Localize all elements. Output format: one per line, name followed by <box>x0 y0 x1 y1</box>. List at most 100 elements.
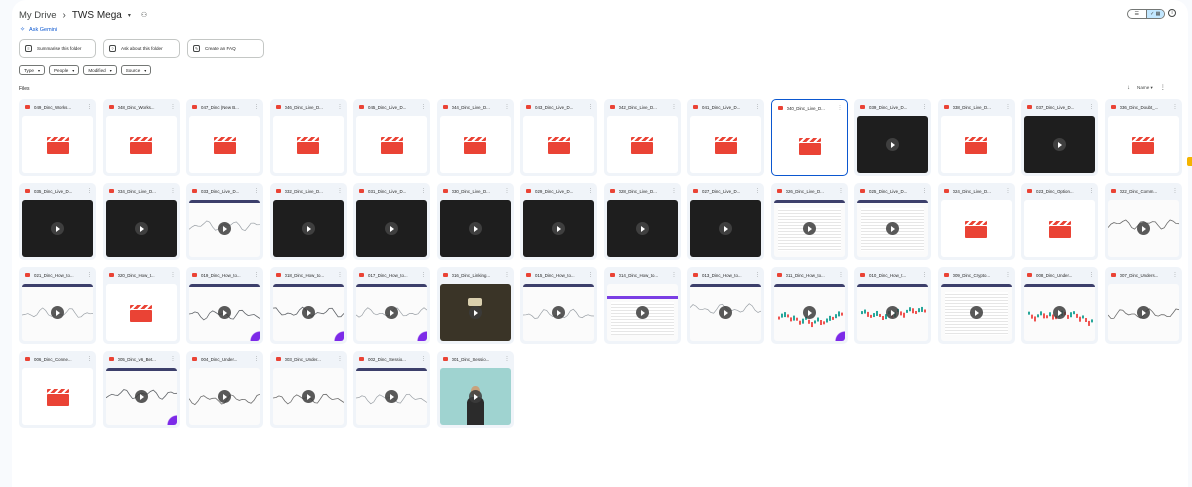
file-card[interactable]: 020_Dinc_How_t... ⋮ <box>102 267 180 344</box>
file-card[interactable]: 043_Dinc_Live_D... ⋮ <box>520 99 597 176</box>
file-card[interactable]: 045_Dinc_Live_D... ⋮ <box>353 99 430 176</box>
more-vert-icon[interactable]: ⋮ <box>171 272 176 278</box>
filter-modified[interactable]: Modified ▾ <box>83 65 117 75</box>
file-card[interactable]: 037_Dinc_Live_D... ⋮ <box>1021 99 1098 176</box>
more-vert-icon[interactable]: ⋮ <box>87 356 92 362</box>
file-card[interactable]: 042_Dinc_Live_D... ⋮ <box>603 99 681 176</box>
file-card[interactable]: 017_Dinc_How_to... ⋮ <box>353 267 430 344</box>
file-card[interactable]: 009_Dinc_Crypto... ⋮ <box>937 267 1015 344</box>
more-vert-icon[interactable]: ⋮ <box>254 272 259 278</box>
file-card[interactable]: 044_Dinc_Live_D... ⋮ <box>436 99 514 176</box>
file-card[interactable]: 025_Dinc_Live_D... ⋮ <box>854 183 931 260</box>
file-card[interactable]: 041_Dinc_Live_D... ⋮ <box>687 99 764 176</box>
more-vert-icon[interactable]: ⋮ <box>254 356 259 362</box>
file-card[interactable]: 027_Dinc_Live_D... ⋮ <box>687 183 764 260</box>
info-icon[interactable]: i <box>1168 9 1176 17</box>
file-card[interactable]: 032_Dinc_Live_D... ⋮ <box>269 183 347 260</box>
file-card[interactable]: 036_Dinc_Doubt_... ⋮ <box>1104 99 1182 176</box>
file-card[interactable]: 010_Dinc_How_t... ⋮ <box>854 267 931 344</box>
file-card[interactable]: 022_Dinc_Comm... ⋮ <box>1104 183 1182 260</box>
file-card[interactable]: 030_Dinc_Live_D... ⋮ <box>436 183 514 260</box>
more-vert-icon[interactable]: ⋮ <box>505 104 510 110</box>
file-card[interactable]: 034_Dinc_Live_D... ⋮ <box>102 183 180 260</box>
more-vert-icon[interactable]: ⋮ <box>672 188 677 194</box>
grid-view-button[interactable]: ✓ ▦ <box>1145 10 1164 18</box>
file-card[interactable]: 047_Dinc (New B... ⋮ <box>186 99 263 176</box>
more-vert-icon[interactable]: ⋮ <box>922 272 927 278</box>
more-vert-icon[interactable]: ⋮ <box>922 188 927 194</box>
filter-source[interactable]: Source ▾ <box>120 65 152 75</box>
file-card[interactable]: 008_Dinc_Under... ⋮ <box>1021 267 1098 344</box>
filter-type[interactable]: Type ▾ <box>19 65 45 75</box>
more-vert-icon[interactable]: ⋮ <box>171 188 176 194</box>
more-vert-icon[interactable]: ⋮ <box>672 272 677 278</box>
more-vert-icon[interactable]: ⋮ <box>421 272 426 278</box>
more-vert-icon[interactable]: ⋮ <box>1173 188 1178 194</box>
file-card[interactable]: 019_Dinc_How_to... ⋮ <box>186 267 263 344</box>
file-card[interactable]: 006_Dinc_Conne... ⋮ <box>19 351 96 428</box>
file-card[interactable]: 049_Dinc_Works... ⋮ <box>19 99 96 176</box>
more-vert-icon[interactable]: ⋮ <box>421 188 426 194</box>
file-card[interactable]: 016_Dinc_Linking... ⋮ <box>436 267 514 344</box>
more-vert-icon[interactable]: ⋮ <box>1089 104 1094 110</box>
more-vert-icon[interactable]: ⋮ <box>672 104 677 110</box>
more-vert-icon[interactable]: ⋮ <box>171 104 176 110</box>
more-vert-icon[interactable]: ⋮ <box>1089 272 1094 278</box>
file-card[interactable]: 026_Dinc_Live_D... ⋮ <box>770 183 848 260</box>
file-card[interactable]: 039_Dinc_Live_D... ⋮ <box>854 99 931 176</box>
more-vert-icon[interactable]: ⋮ <box>755 104 760 110</box>
more-vert-icon[interactable]: ⋮ <box>755 272 760 278</box>
file-card[interactable]: 024_Dinc_Live_D... ⋮ <box>937 183 1015 260</box>
more-vert-icon[interactable]: ⋮ <box>505 272 510 278</box>
file-card[interactable]: 015_Dinc_How_to... ⋮ <box>520 267 597 344</box>
sort-direction-icon[interactable]: ↓ <box>1127 85 1130 91</box>
more-vert-icon[interactable]: ⋮ <box>1089 188 1094 194</box>
more-vert-icon[interactable]: ⋮ <box>1006 272 1011 278</box>
list-view-button[interactable]: ☰ <box>1128 10 1146 18</box>
more-vert-icon[interactable]: ⋮ <box>505 356 510 362</box>
more-vert-icon[interactable]: ⋮ <box>839 188 844 194</box>
summarise-folder-button[interactable]: ≡ Summarise this folder <box>19 39 96 58</box>
ask-about-folder-button[interactable]: ? Ask about this folder <box>103 39 180 58</box>
file-card[interactable]: 014_Dinc_How_to... ⋮ <box>603 267 681 344</box>
more-vert-icon[interactable]: ⋮ <box>254 188 259 194</box>
breadcrumb-my-drive[interactable]: My Drive <box>19 10 56 21</box>
sort-by-name-button[interactable]: Name ▾ <box>1137 85 1153 91</box>
more-vert-icon[interactable]: ⋮ <box>254 104 259 110</box>
chevron-down-icon[interactable]: ▾ <box>128 12 131 19</box>
file-card[interactable]: 035_Dinc_Live_D... ⋮ <box>19 183 96 260</box>
file-card[interactable]: 013_Dinc_How_to... ⋮ <box>687 267 764 344</box>
more-vert-icon[interactable]: ⋮ <box>421 356 426 362</box>
file-card[interactable]: 007_Dinc_Unders... ⋮ <box>1104 267 1182 344</box>
more-vert-icon[interactable]: ⋮ <box>1173 104 1178 110</box>
file-card[interactable]: 048_Dinc_Works... ⋮ <box>102 99 180 176</box>
more-vert-icon[interactable]: ⋮ <box>87 188 92 194</box>
more-vert-icon[interactable]: ⋮ <box>1006 104 1011 110</box>
more-vert-icon[interactable]: ⋮ <box>338 104 343 110</box>
file-card[interactable]: 003_Dinc_Under... ⋮ <box>269 351 347 428</box>
more-vert-icon[interactable]: ⋮ <box>1006 188 1011 194</box>
file-card[interactable]: 005_Dinc_v6_Bet... ⋮ <box>102 351 180 428</box>
more-vert-icon[interactable]: ⋮ <box>171 356 176 362</box>
more-vert-icon[interactable]: ⋮ <box>1160 84 1166 91</box>
side-panel-tab[interactable] <box>1187 157 1192 166</box>
more-vert-icon[interactable]: ⋮ <box>838 105 843 111</box>
more-vert-icon[interactable]: ⋮ <box>87 272 92 278</box>
more-vert-icon[interactable]: ⋮ <box>922 104 927 110</box>
breadcrumb-current-folder[interactable]: TWS Mega <box>72 10 122 21</box>
file-card[interactable]: 031_Dinc_Live_D... ⋮ <box>353 183 430 260</box>
file-card[interactable]: 004_Dinc_Under... ⋮ <box>186 351 263 428</box>
more-vert-icon[interactable]: ⋮ <box>588 188 593 194</box>
file-card[interactable]: 033_Dinc_Live_D... ⋮ <box>186 183 263 260</box>
more-vert-icon[interactable]: ⋮ <box>839 272 844 278</box>
filter-people[interactable]: People ▾ <box>48 65 80 75</box>
file-card[interactable]: 029_Dinc_Live_D... ⋮ <box>520 183 597 260</box>
more-vert-icon[interactable]: ⋮ <box>338 272 343 278</box>
more-vert-icon[interactable]: ⋮ <box>87 104 92 110</box>
file-card[interactable]: 046_Dinc_Live_D... ⋮ <box>269 99 347 176</box>
more-vert-icon[interactable]: ⋮ <box>1173 272 1178 278</box>
file-card[interactable]: 002_Dinc_Sessio... ⋮ <box>353 351 430 428</box>
file-card[interactable]: 018_Dinc_How_to... ⋮ <box>269 267 347 344</box>
more-vert-icon[interactable]: ⋮ <box>588 104 593 110</box>
file-card[interactable]: 023_Dinc_Option... ⋮ <box>1021 183 1098 260</box>
